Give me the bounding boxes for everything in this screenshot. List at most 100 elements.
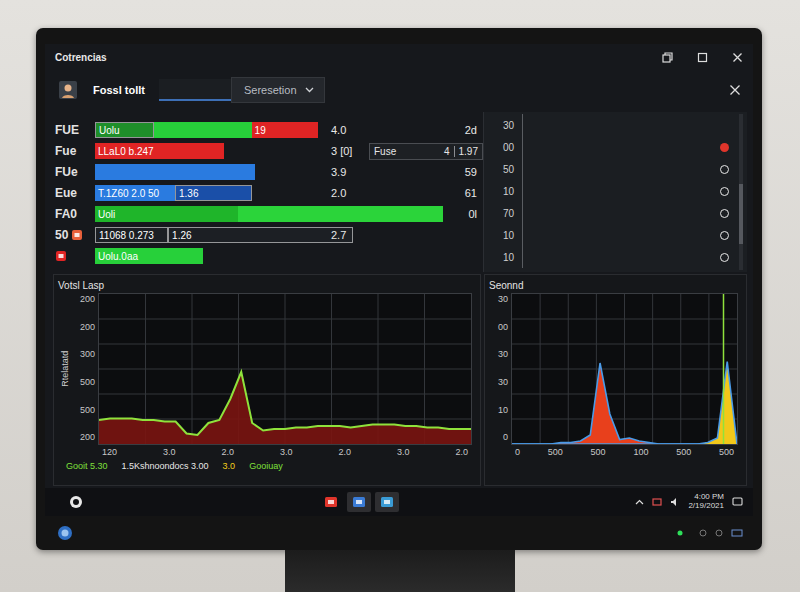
y-tick: 200 [80,321,95,335]
taskbar-app[interactable] [375,492,399,512]
tab-field[interactable] [159,79,231,101]
marker-cell [713,231,735,240]
segment-fill: Uolu.0aa [95,248,203,264]
axis-line [522,224,713,246]
row-label: 50 [53,226,95,244]
meter-track: Uolu 194.02d [95,122,483,138]
marker-dot [720,253,729,262]
tab[interactable]: Fossl tollt [85,78,153,103]
row-name: FUe [55,163,78,181]
segment-frame: 19 [252,122,318,138]
side-panel: 30005010701010 [483,112,747,272]
segment-fill [95,164,255,180]
series-area [512,363,737,444]
marker-row: 30 [490,114,735,136]
row-values: 3 [0]Fuse41.97 [95,143,483,159]
marker-row: 10 [490,246,735,268]
row-values: 4.02d [95,122,483,138]
notification-icon[interactable] [732,497,743,507]
bar-segment: 1.26 [168,227,352,243]
segment-frame: 1.36 [175,185,252,201]
button-icon[interactable] [715,529,723,537]
taskbar-app[interactable] [347,492,371,512]
speaker-icon[interactable] [670,497,680,507]
row-label: Eue [53,184,95,202]
input-icon[interactable] [731,529,743,537]
close-button[interactable] [732,52,743,63]
axis-corner [489,445,511,459]
x-tick: 500 [548,446,563,459]
clock[interactable]: 4:00 PM2/19/2021 [688,493,724,511]
segment-text: 11068 0.273 [99,228,154,243]
field-value: 4 [444,144,450,159]
close-icon [732,52,743,63]
maximize-button[interactable] [697,52,708,63]
tab-label: Fossl tollt [93,82,145,99]
tab-label: Seresetion [244,82,297,99]
restore-icon [662,52,673,63]
marker[interactable] [720,165,729,174]
load-chart: Votsl LaspRtelatatd200200300500500200120… [53,274,481,486]
taskbar-apps [319,492,399,512]
y-tick: 30 [498,348,508,362]
network-icon[interactable] [652,497,662,507]
axis-line [522,202,713,224]
alert-icon [71,229,83,241]
axis-tick: 10 [490,228,522,243]
scrollbar[interactable] [739,114,743,270]
y-tick: 200 [80,431,95,445]
avatar[interactable] [59,81,77,99]
marker[interactable] [720,143,729,152]
marker-cell [713,165,735,174]
segment-fill [238,206,443,222]
y-tick: 10 [498,404,508,418]
marker-cell [713,209,735,218]
marker[interactable] [720,253,729,262]
meter-row: FueLLaL0 b.2473 [0]Fuse41.97 [53,141,483,161]
marker-row: 70 [490,202,735,224]
meter-track: T.1Z60 2.0 501.362.061 [95,185,483,201]
row-values: 0l [95,206,483,222]
legend-item: Gooiuay [249,460,283,474]
x-tick: 3.0 [397,446,410,459]
button-icon[interactable] [699,529,707,537]
clock-line: 4:00 PM [688,493,724,502]
row-values [95,248,483,264]
axis-tick: 10 [490,250,522,265]
marker[interactable] [720,187,729,196]
start-button[interactable] [69,495,83,509]
sound-chart: Seonnd300030301000500500100500500 [484,274,747,486]
bar-segment: Uolu.0aa [95,248,203,264]
marker-list: 30005010701010 [490,114,735,270]
segment-text: 1.26 [172,228,191,243]
panel-close-button[interactable] [729,84,741,96]
marker[interactable] [720,209,729,218]
x-axis: 0500500100500500 [511,445,738,459]
legend-item: 3.0 [223,460,236,474]
bar-segment: Uolu [95,122,154,138]
row-label: FUe [53,163,95,181]
x-tick: 0 [515,446,520,459]
row-name: Fue [55,142,76,160]
series-line [512,362,737,445]
x-tick: 500 [719,446,734,459]
taskbar-app[interactable] [319,492,343,512]
marker[interactable] [720,231,729,240]
scrollbar-thumb[interactable] [739,184,743,244]
row-field[interactable]: Fuse41.97 [369,143,483,160]
meter-row: 5011068 0.2731.262.7 [53,225,483,245]
segment-frame [154,122,251,138]
meter-row: Uolu.0aa [53,246,483,266]
cursor-line[interactable] [723,294,725,444]
tab[interactable]: Seresetion [231,77,325,104]
bar-segment [238,206,443,222]
monitor-buttons[interactable] [699,529,743,537]
chevron-up-icon[interactable] [635,499,644,505]
bar-segment: Uoli [95,206,238,222]
segment-text: T.1Z60 2.0 50 [98,186,159,201]
avatar-icon [59,81,77,99]
segment-frame: Uolu.0aa [95,248,203,264]
chart-grid: 300030301000500500100500500 [489,293,738,459]
restore-button[interactable] [662,52,673,63]
segment-fill [154,122,251,138]
